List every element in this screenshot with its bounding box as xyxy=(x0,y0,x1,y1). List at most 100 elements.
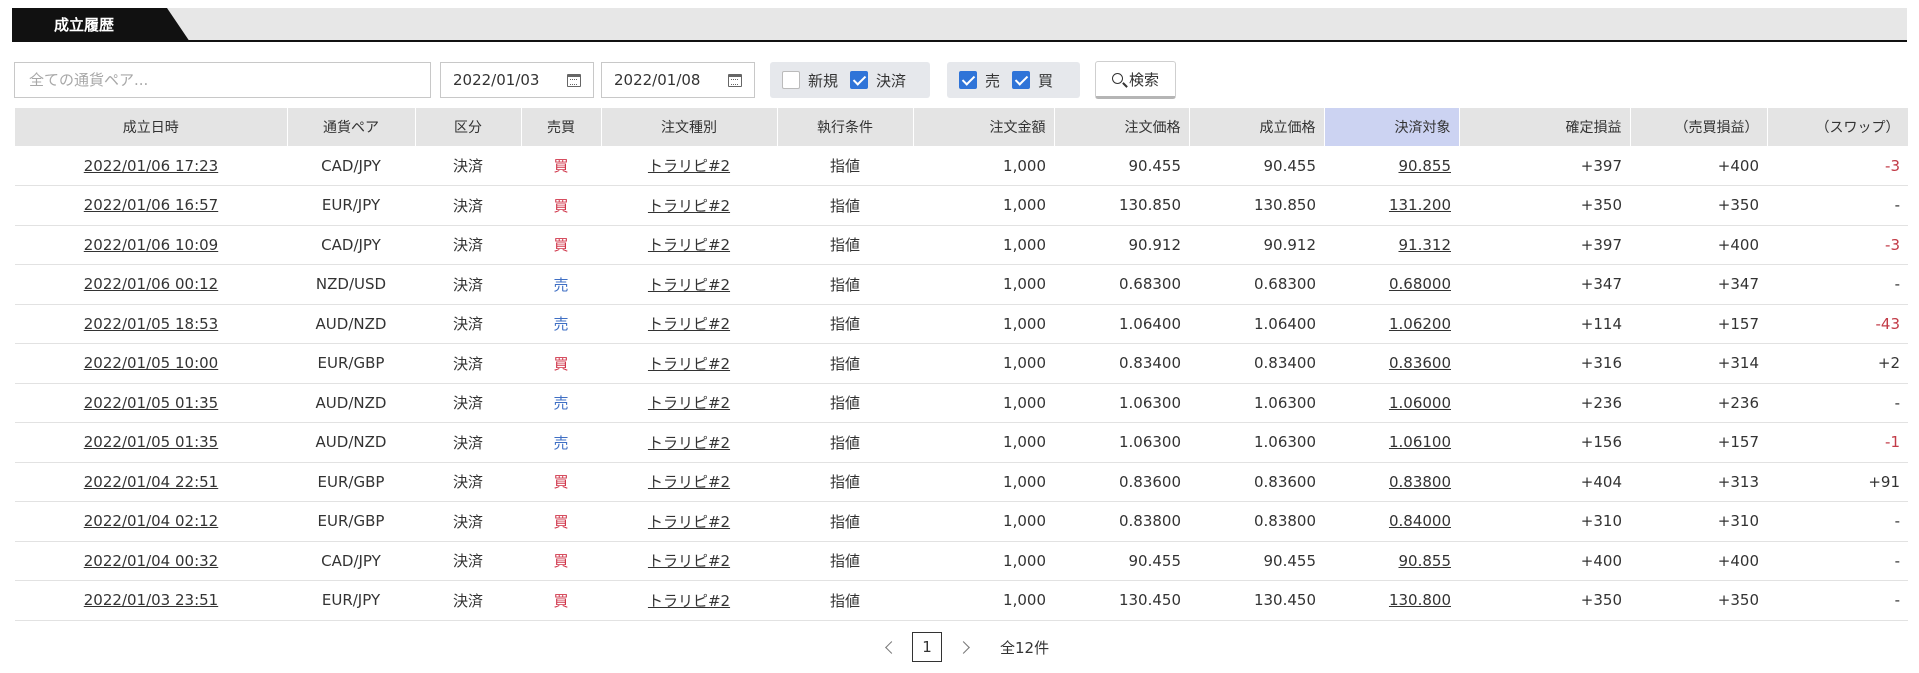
cell-exec-datetime[interactable]: 2022/01/05 10:00 xyxy=(15,343,287,384)
header-order-amount[interactable]: 注文金額 xyxy=(913,108,1055,146)
settle-target-link[interactable]: 1.06000 xyxy=(1389,394,1451,412)
checkbox-buy-box[interactable] xyxy=(1012,71,1031,89)
prev-page-button[interactable] xyxy=(874,632,904,662)
exec-datetime-link[interactable]: 2022/01/06 00:12 xyxy=(84,275,218,293)
cell-exec-datetime[interactable]: 2022/01/05 01:35 xyxy=(15,422,287,463)
header-trade-pl[interactable]: （売買損益） xyxy=(1630,108,1768,146)
order-type-link[interactable]: トラリピ#2 xyxy=(648,552,730,570)
search-button[interactable]: 検索 xyxy=(1095,61,1176,99)
exec-datetime-link[interactable]: 2022/01/05 10:00 xyxy=(84,354,218,372)
header-currency-pair[interactable]: 通貨ペア xyxy=(287,108,416,146)
order-type-link[interactable]: トラリピ#2 xyxy=(648,236,730,254)
cell-exec-datetime[interactable]: 2022/01/04 00:32 xyxy=(15,541,287,581)
settle-target-link[interactable]: 1.06100 xyxy=(1389,433,1451,451)
cell-order-type[interactable]: トラリピ#2 xyxy=(601,146,777,186)
checkbox-settle[interactable]: 決済 xyxy=(850,70,906,91)
tab-execution-history[interactable]: 成立履歴 xyxy=(12,8,190,42)
exec-datetime-link[interactable]: 2022/01/06 17:23 xyxy=(84,157,218,175)
cell-settle-target[interactable]: 1.06000 xyxy=(1324,383,1459,423)
currency-pair-input[interactable] xyxy=(14,62,431,98)
settle-target-link[interactable]: 0.83600 xyxy=(1389,354,1451,372)
cell-settle-target[interactable]: 91.312 xyxy=(1324,225,1459,265)
order-type-link[interactable]: トラリピ#2 xyxy=(648,434,730,452)
settle-target-link[interactable]: 0.84000 xyxy=(1389,512,1451,530)
header-exec-price[interactable]: 成立価格 xyxy=(1189,108,1325,146)
cell-order-type[interactable]: トラリピ#2 xyxy=(601,422,777,463)
header-swap[interactable]: （スワップ） xyxy=(1767,108,1909,146)
cell-order-type[interactable]: トラリピ#2 xyxy=(601,501,777,542)
order-type-link[interactable]: トラリピ#2 xyxy=(648,513,730,531)
calendar-icon[interactable] xyxy=(728,73,742,87)
exec-datetime-link[interactable]: 2022/01/04 22:51 xyxy=(84,473,218,491)
cell-exec-datetime[interactable]: 2022/01/05 01:35 xyxy=(15,383,287,423)
order-type-link[interactable]: トラリピ#2 xyxy=(648,473,730,491)
checkbox-sell[interactable]: 売 xyxy=(959,70,1000,91)
header-settle-target[interactable]: 決済対象 xyxy=(1324,108,1460,146)
exec-datetime-link[interactable]: 2022/01/04 00:32 xyxy=(84,552,218,570)
cell-settle-target[interactable]: 90.855 xyxy=(1324,146,1459,186)
checkbox-settle-box[interactable] xyxy=(850,71,869,89)
cell-exec-datetime[interactable]: 2022/01/06 16:57 xyxy=(15,185,287,226)
settle-target-link[interactable]: 131.200 xyxy=(1389,196,1451,214)
cell-exec-datetime[interactable]: 2022/01/05 18:53 xyxy=(15,304,287,344)
cell-exec-datetime[interactable]: 2022/01/03 23:51 xyxy=(15,580,287,621)
exec-datetime-link[interactable]: 2022/01/06 16:57 xyxy=(84,196,218,214)
settle-target-link[interactable]: 130.800 xyxy=(1389,591,1451,609)
settle-target-link[interactable]: 90.855 xyxy=(1399,552,1452,570)
order-type-link[interactable]: トラリピ#2 xyxy=(648,315,730,333)
header-side[interactable]: 売買 xyxy=(521,108,602,146)
header-exec-datetime[interactable]: 成立日時 xyxy=(15,108,288,146)
cell-settle-target[interactable]: 0.83600 xyxy=(1324,343,1459,384)
order-type-link[interactable]: トラリピ#2 xyxy=(648,355,730,373)
checkbox-buy[interactable]: 買 xyxy=(1012,70,1053,91)
cell-order-type[interactable]: トラリピ#2 xyxy=(601,541,777,581)
cell-order-type[interactable]: トラリピ#2 xyxy=(601,185,777,226)
cell-settle-target[interactable]: 130.800 xyxy=(1324,580,1459,621)
cell-exec-datetime[interactable]: 2022/01/06 00:12 xyxy=(15,264,287,305)
header-exec-condition[interactable]: 執行条件 xyxy=(777,108,914,146)
exec-datetime-link[interactable]: 2022/01/05 18:53 xyxy=(84,315,218,333)
exec-datetime-link[interactable]: 2022/01/03 23:51 xyxy=(84,591,218,609)
cell-settle-target[interactable]: 131.200 xyxy=(1324,185,1459,226)
settle-target-link[interactable]: 1.06200 xyxy=(1389,315,1451,333)
exec-datetime-link[interactable]: 2022/01/05 01:35 xyxy=(84,394,218,412)
next-page-button[interactable] xyxy=(950,632,980,662)
date-to-field[interactable]: 2022/01/08 xyxy=(601,62,755,98)
cell-exec-datetime[interactable]: 2022/01/04 22:51 xyxy=(15,462,287,502)
date-from-field[interactable]: 2022/01/03 xyxy=(440,62,594,98)
cell-settle-target[interactable]: 0.83800 xyxy=(1324,462,1459,502)
cell-exec-datetime[interactable]: 2022/01/06 10:09 xyxy=(15,225,287,265)
checkbox-sell-box[interactable] xyxy=(959,71,977,89)
cell-order-type[interactable]: トラリピ#2 xyxy=(601,462,777,502)
exec-datetime-link[interactable]: 2022/01/06 10:09 xyxy=(84,236,218,254)
cell-order-type[interactable]: トラリピ#2 xyxy=(601,264,777,305)
cell-settle-target[interactable]: 0.84000 xyxy=(1324,501,1459,542)
cell-exec-datetime[interactable]: 2022/01/06 17:23 xyxy=(15,146,287,186)
cell-settle-target[interactable]: 90.855 xyxy=(1324,541,1459,581)
cell-exec-datetime[interactable]: 2022/01/04 02:12 xyxy=(15,501,287,542)
order-type-link[interactable]: トラリピ#2 xyxy=(648,394,730,412)
cell-settle-target[interactable]: 1.06100 xyxy=(1324,422,1459,463)
header-order-price[interactable]: 注文価格 xyxy=(1054,108,1190,146)
header-realized-pl[interactable]: 確定損益 xyxy=(1459,108,1631,146)
cell-order-type[interactable]: トラリピ#2 xyxy=(601,304,777,344)
cell-settle-target[interactable]: 0.68000 xyxy=(1324,264,1459,305)
settle-target-link[interactable]: 91.312 xyxy=(1399,236,1452,254)
header-order-type[interactable]: 注文種別 xyxy=(601,108,778,146)
page-number-current[interactable]: 1 xyxy=(912,632,942,662)
cell-settle-target[interactable]: 1.06200 xyxy=(1324,304,1459,344)
checkbox-new-box[interactable] xyxy=(782,71,800,89)
settle-target-link[interactable]: 0.83800 xyxy=(1389,473,1451,491)
settle-target-link[interactable]: 90.855 xyxy=(1399,157,1452,175)
settle-target-link[interactable]: 0.68000 xyxy=(1389,275,1451,293)
cell-order-type[interactable]: トラリピ#2 xyxy=(601,225,777,265)
cell-order-type[interactable]: トラリピ#2 xyxy=(601,343,777,384)
exec-datetime-link[interactable]: 2022/01/04 02:12 xyxy=(84,512,218,530)
order-type-link[interactable]: トラリピ#2 xyxy=(648,197,730,215)
cell-order-type[interactable]: トラリピ#2 xyxy=(601,580,777,621)
order-type-link[interactable]: トラリピ#2 xyxy=(648,157,730,175)
cell-order-type[interactable]: トラリピ#2 xyxy=(601,383,777,423)
header-category[interactable]: 区分 xyxy=(415,108,522,146)
checkbox-new[interactable]: 新規 xyxy=(782,70,838,91)
order-type-link[interactable]: トラリピ#2 xyxy=(648,592,730,610)
